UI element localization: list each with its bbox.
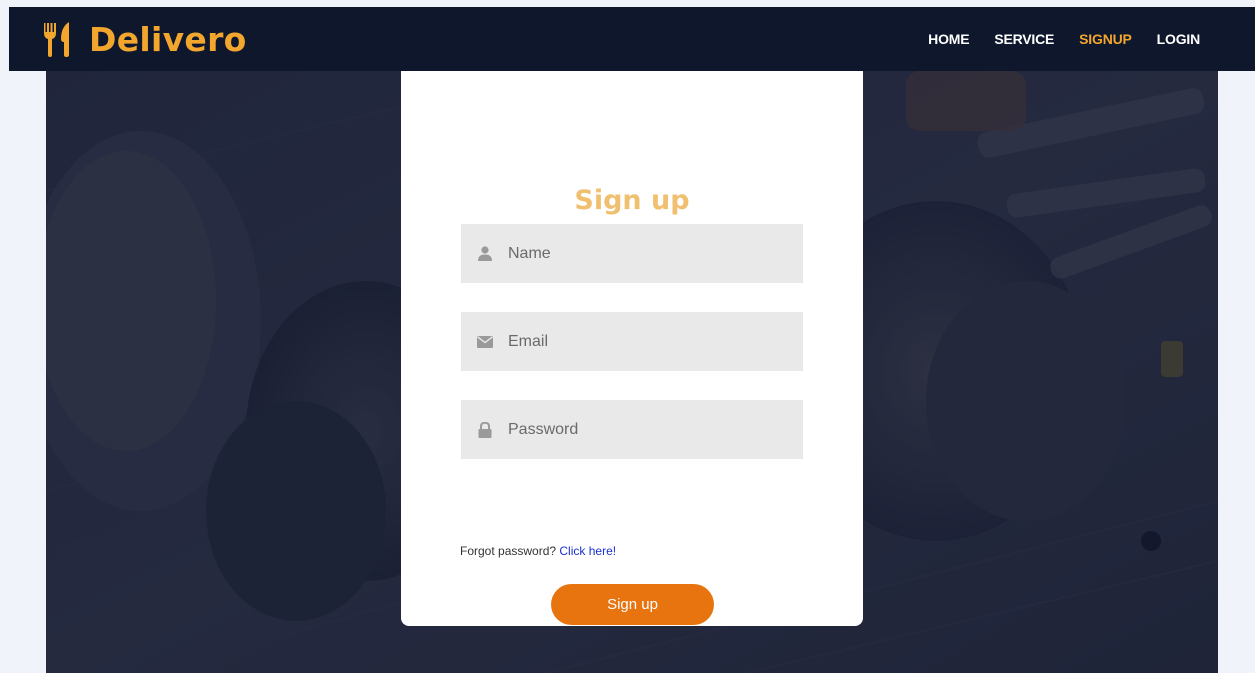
brand-name: Delivero [89,19,247,59]
email-input[interactable] [508,332,788,351]
brand[interactable]: Delivero [39,7,247,71]
nav-home[interactable]: HOME [928,31,969,47]
nav-service[interactable]: SERVICE [994,31,1054,47]
name-input[interactable] [508,244,788,263]
nav-signup[interactable]: SIGNUP [1079,31,1132,47]
email-field[interactable] [461,312,803,371]
forgot-password: Forgot password? Click here! [460,544,616,558]
lock-icon [477,421,493,438]
fork-knife-icon [39,19,79,59]
password-field[interactable] [461,400,803,459]
envelope-icon [477,334,493,350]
signup-card: Sign up Name Email Forgot password? Clic… [401,71,863,626]
navbar: Delivero HOME SERVICE SIGNUP LOGIN [9,7,1255,71]
forgot-password-link[interactable]: Click here! [559,544,616,558]
signup-button[interactable]: Sign up [551,584,714,625]
user-icon [477,246,493,262]
nav-login[interactable]: LOGIN [1157,31,1201,47]
main-nav: HOME SERVICE SIGNUP LOGIN [928,7,1200,71]
forgot-password-text: Forgot password? [460,544,557,558]
name-field[interactable] [461,224,803,283]
form-title: Sign up [574,185,690,216]
page: Delivero HOME SERVICE SIGNUP LOGIN Sign … [0,0,1255,673]
password-input[interactable] [508,420,788,439]
